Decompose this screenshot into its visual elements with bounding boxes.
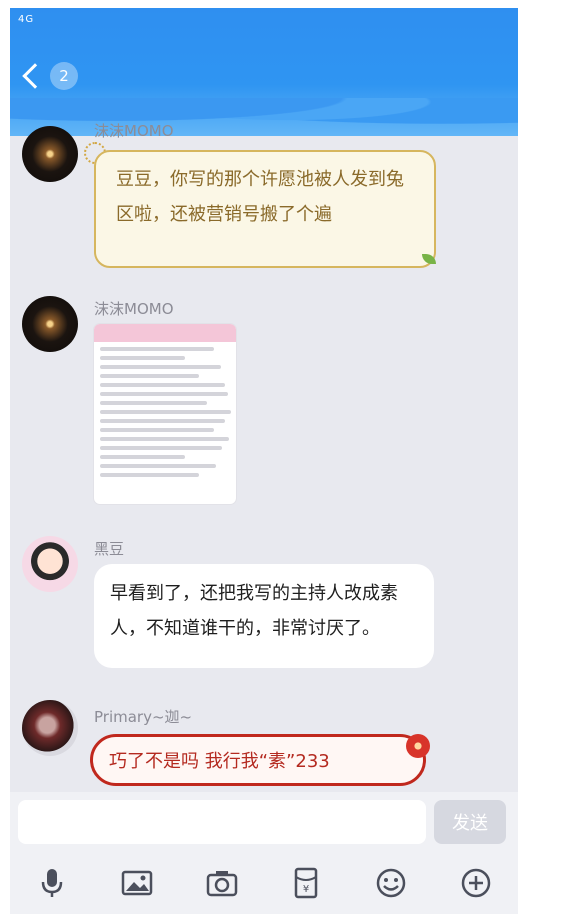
- screenshot-text-line: [100, 446, 223, 450]
- screenshot-text-line: [100, 437, 230, 441]
- input-bar: 发送: [10, 792, 518, 852]
- avatar[interactable]: [22, 536, 78, 592]
- sender-name: 沫沫MOMO: [94, 300, 174, 318]
- screenshot-text-line: [100, 473, 200, 477]
- chat-header: 4G 2: [10, 8, 518, 138]
- image-message[interactable]: [94, 324, 236, 504]
- sender-name: 黑豆: [94, 540, 125, 558]
- message-input[interactable]: [18, 800, 426, 844]
- back-button[interactable]: 2: [18, 56, 78, 96]
- screenshot-text-line: [100, 347, 214, 351]
- message-bubble[interactable]: 豆豆，你写的那个许愿池被人发到兔区啦，还被营销号搬了个遍: [94, 150, 436, 268]
- avatar[interactable]: [22, 126, 78, 182]
- chat-screen: 4G 2 沫沫MOMO 豆豆，你写的那个许愿池被人发到兔区啦，还被营销号搬了个遍…: [10, 8, 518, 914]
- message-bubble[interactable]: 巧了不是吗 我行我“素”233: [90, 734, 426, 786]
- microphone-icon[interactable]: [32, 863, 72, 903]
- sender-name: 沫沫MOMO: [94, 122, 174, 140]
- image-icon[interactable]: [117, 863, 157, 903]
- status-signal: 4G: [18, 14, 35, 25]
- screenshot-text-line: [100, 401, 207, 405]
- screenshot-text-line: [100, 383, 225, 387]
- svg-text:¥: ¥: [303, 884, 309, 895]
- screenshot-text-line: [100, 464, 217, 468]
- screenshot-text-line: [100, 374, 200, 378]
- screenshot-text-line: [100, 410, 231, 414]
- avatar[interactable]: [22, 296, 78, 352]
- plus-icon[interactable]: [456, 863, 496, 903]
- screenshot-text-line: [100, 455, 186, 459]
- unread-count-badge: 2: [50, 62, 78, 90]
- screenshot-text-line: [100, 365, 221, 369]
- header-decoration: [10, 98, 518, 138]
- screenshot-header: [94, 324, 236, 342]
- screenshot-text-line: [100, 356, 186, 360]
- sender-name: Primary~迦~: [94, 708, 193, 726]
- screenshot-text-line: [100, 419, 225, 423]
- screenshot-text-line: [100, 428, 214, 432]
- send-button[interactable]: 发送: [434, 800, 506, 844]
- red-packet-icon[interactable]: ¥: [286, 863, 326, 903]
- emoji-icon[interactable]: [371, 863, 411, 903]
- page-margin: [518, 0, 564, 914]
- flower-icon: [406, 734, 430, 758]
- input-toolbar: ¥: [10, 852, 518, 914]
- chevron-left-icon: [22, 63, 48, 89]
- screenshot-text-line: [100, 392, 228, 396]
- camera-icon[interactable]: [202, 863, 242, 903]
- avatar[interactable]: [22, 700, 78, 756]
- message-bubble[interactable]: 早看到了，还把我写的主持人改成素人，不知道谁干的，非常讨厌了。: [94, 564, 434, 668]
